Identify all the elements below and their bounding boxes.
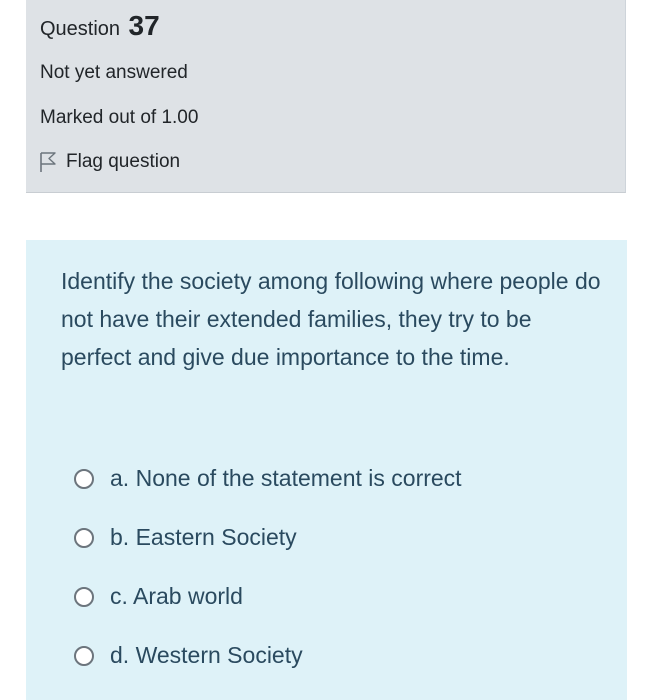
question-text: Identify the society among following whe… xyxy=(61,268,601,370)
quiz-page: Question 37 Not yet answered Marked out … xyxy=(0,0,653,700)
question-formulation: Identify the society among following whe… xyxy=(26,240,627,700)
answer-option-d[interactable]: d. Western Society xyxy=(74,626,462,685)
flag-question-button[interactable]: Flag question xyxy=(38,151,180,173)
answer-options: a. None of the statement is correct b. E… xyxy=(74,449,462,685)
radio-icon[interactable] xyxy=(74,527,94,548)
radio-icon[interactable] xyxy=(74,586,94,607)
flag-question-label: Flag question xyxy=(66,151,181,172)
answer-label: c. Arab world xyxy=(110,583,243,609)
answer-option-b[interactable]: b. Eastern Society xyxy=(74,508,462,567)
radio-icon[interactable] xyxy=(74,468,94,489)
question-info-panel: Question 37 Not yet answered Marked out … xyxy=(26,0,626,193)
answer-label: d. Western Society xyxy=(110,642,303,668)
question-grade: Marked out of 1.00 xyxy=(40,107,199,128)
answer-label: a. None of the statement is correct xyxy=(110,465,462,491)
question-number: 37 xyxy=(128,10,160,41)
question-heading: Question 37 xyxy=(40,10,160,42)
flag-icon xyxy=(38,151,58,173)
answer-label: b. Eastern Society xyxy=(110,524,297,550)
radio-icon[interactable] xyxy=(74,645,94,666)
answer-option-c[interactable]: c. Arab world xyxy=(74,567,462,626)
answer-option-a[interactable]: a. None of the statement is correct xyxy=(74,449,462,508)
question-state: Not yet answered xyxy=(40,62,188,83)
question-label: Question xyxy=(40,18,121,40)
